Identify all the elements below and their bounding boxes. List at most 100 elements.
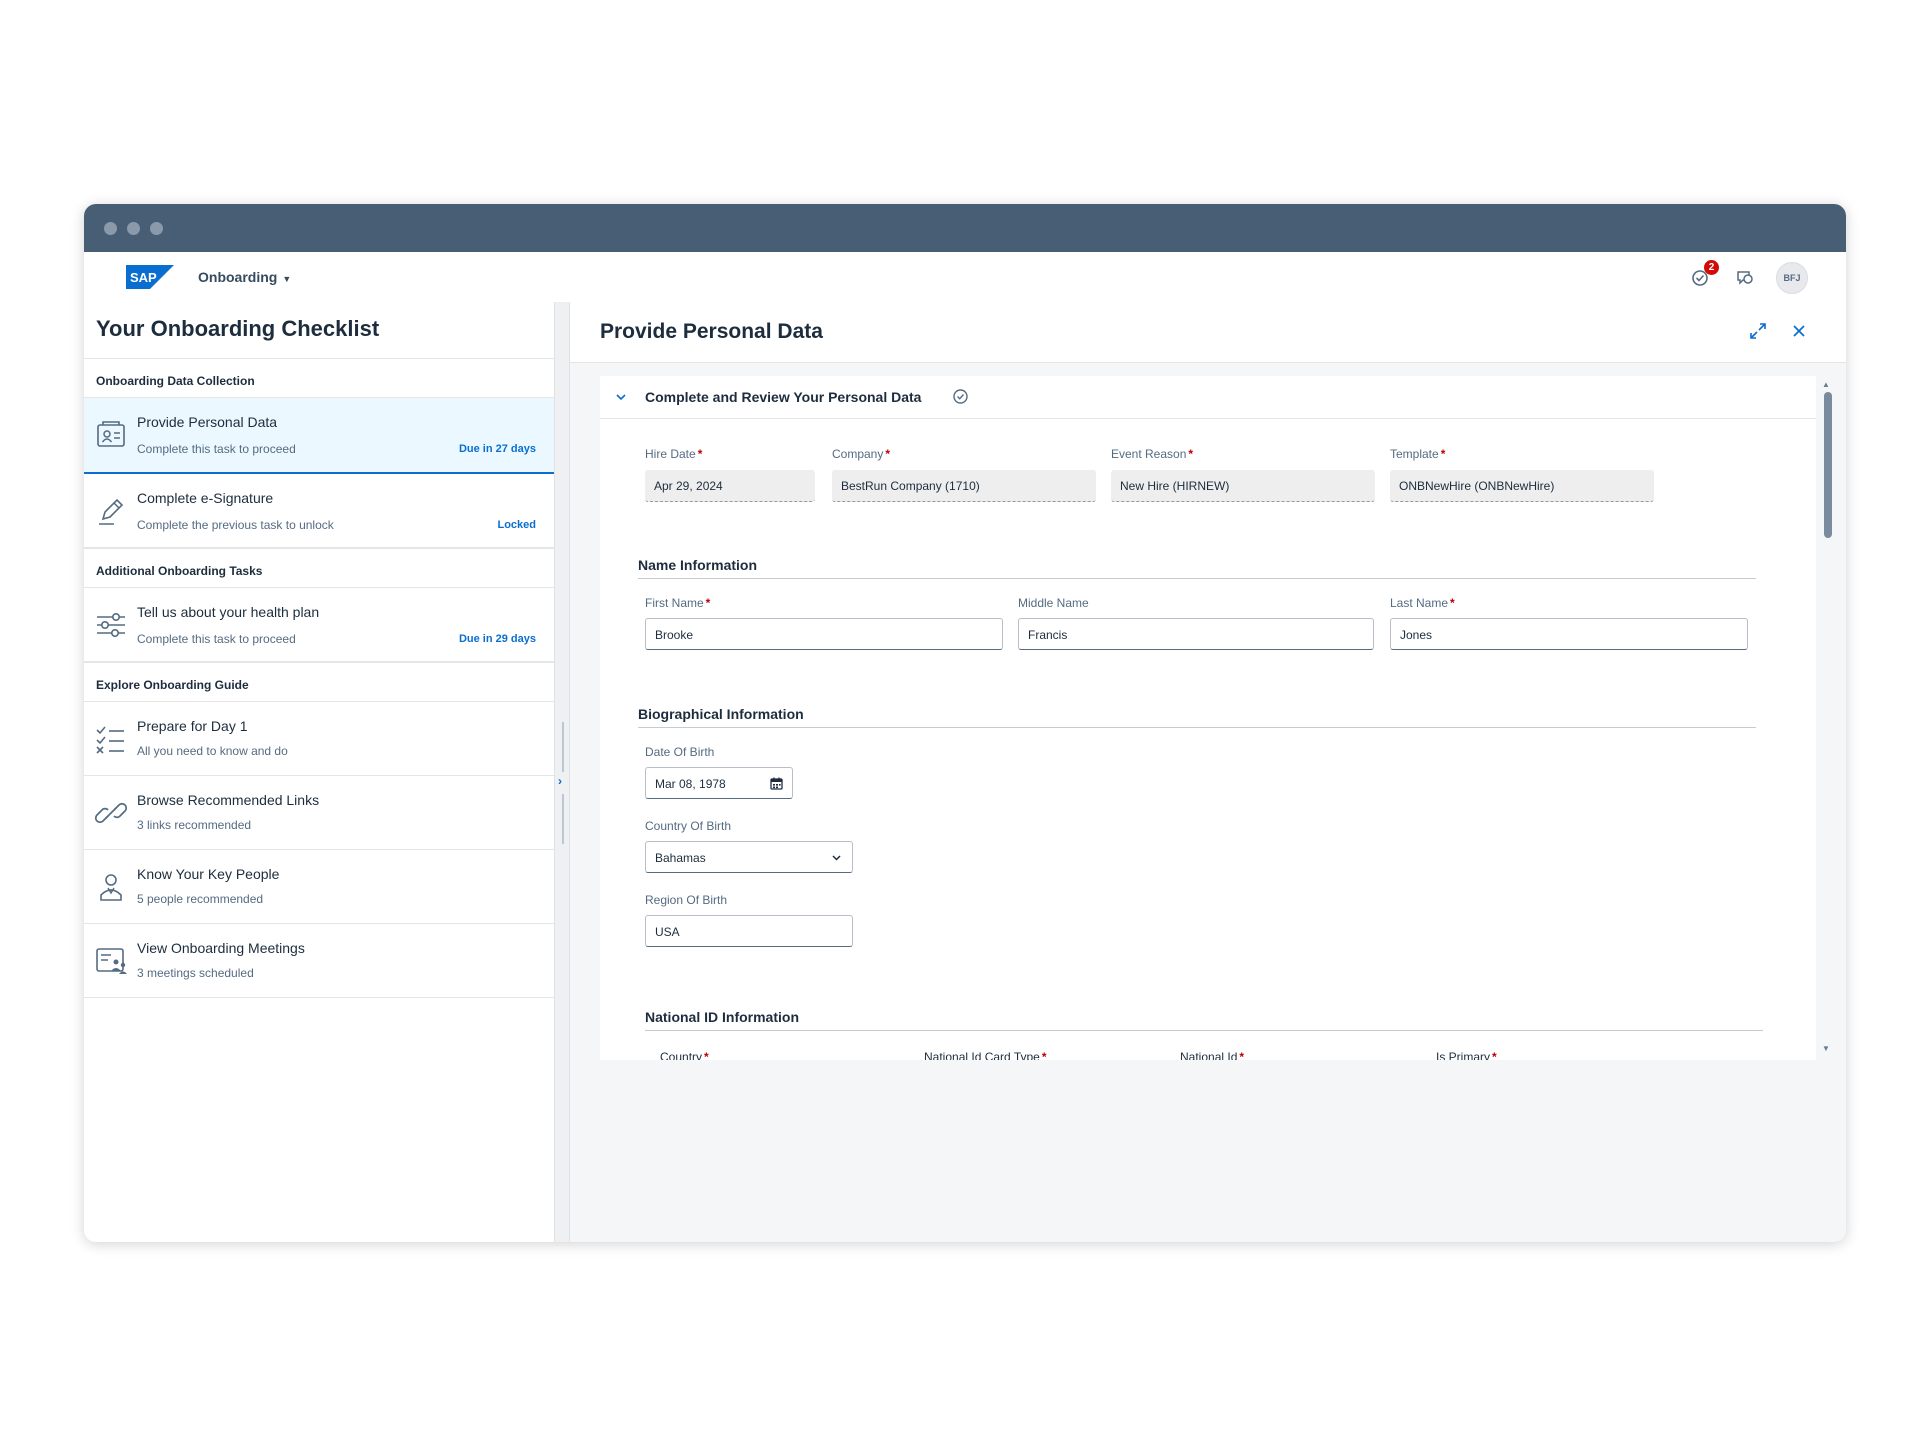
chevron-down-icon[interactable] <box>614 390 628 404</box>
splitter-grip <box>562 722 564 772</box>
guide-subtitle: 3 meetings scheduled <box>137 966 254 980</box>
task-due-status: Due in 27 days <box>458 443 536 455</box>
scroll-up-icon[interactable]: ▲ <box>1822 380 1830 389</box>
checklist-title: Your Onboarding Checklist <box>96 316 380 341</box>
user-avatar[interactable]: BFJ <box>1776 262 1808 294</box>
template-field: ONBNewHire (ONBNewHire) <box>1390 470 1654 502</box>
close-icon[interactable] <box>1788 320 1810 342</box>
company-field: BestRun Company (1710) <box>832 470 1096 502</box>
notification-badge: 2 <box>1704 260 1719 275</box>
person-icon <box>100 874 122 901</box>
task-title: Tell us about your health plan <box>137 604 320 620</box>
dob-label: Date Of Birth <box>645 745 715 759</box>
divider <box>645 1030 1763 1031</box>
guide-title: Know Your Key People <box>137 866 280 882</box>
task-subtitle: Complete the previous task to unlock <box>137 518 334 532</box>
check-circle-icon <box>953 389 968 404</box>
guide-subtitle: All you need to know and do <box>137 744 288 758</box>
first-name-input[interactable]: Brooke <box>645 618 1003 650</box>
col-header-card-type: National Id Card Type * <box>924 1050 1047 1060</box>
country-of-birth-label: Country Of Birth <box>645 819 732 833</box>
guide-onboarding-meetings[interactable]: View Onboarding Meetings 3 meetings sche… <box>84 924 554 998</box>
group-header-additional-tasks: Additional Onboarding Tasks <box>84 548 554 588</box>
sap-logo-icon[interactable]: SAP <box>126 265 174 289</box>
dob-value: Mar 08, 1978 <box>655 777 726 791</box>
personal-data-form: Complete and Review Your Personal Data H… <box>600 376 1816 1060</box>
calendar-icon[interactable] <box>769 776 784 791</box>
detail-header: Provide Personal Data <box>570 302 1846 363</box>
template-label: Template * <box>1390 447 1446 461</box>
onboarding-checklist-panel: Your Onboarding Checklist Onboarding Dat… <box>84 302 554 1242</box>
window-dot <box>104 222 117 235</box>
country-of-birth-value: Bahamas <box>655 851 706 865</box>
guide-title: Prepare for Day 1 <box>137 718 248 734</box>
task-detail-panel: Provide Personal Data Complete and Revie… <box>570 302 1846 1242</box>
window-titlebar <box>84 204 1846 252</box>
section-title: Complete and Review Your Personal Data <box>645 389 922 405</box>
company-label: Company * <box>832 447 891 461</box>
region-of-birth-input[interactable]: USA <box>645 915 853 947</box>
dob-date-picker[interactable]: Mar 08, 1978 <box>645 767 793 799</box>
pen-icon <box>99 498 124 525</box>
hire-date-field: Apr 29, 2024 <box>645 470 815 502</box>
event-reason-label: Event Reason * <box>1111 447 1194 461</box>
col-header-is-primary: Is Primary * <box>1436 1050 1497 1060</box>
last-name-input[interactable]: Jones <box>1390 618 1748 650</box>
task-subtitle: Complete this task to proceed <box>137 442 296 456</box>
app-window: SAP Onboarding ▼ 2 BFJ Your Onboarding Ch… <box>84 204 1846 1242</box>
name-info-title: Name Information <box>638 557 758 573</box>
form-scrollbar[interactable]: ▲ ▼ <box>1822 380 1832 1056</box>
divider <box>638 727 1756 728</box>
guide-subtitle: 3 links recommended <box>137 818 252 832</box>
event-reason-field: New Hire (HIRNEW) <box>1111 470 1375 502</box>
window-dot <box>150 222 163 235</box>
help-chat-icon[interactable] <box>1732 264 1758 290</box>
page-title: Provide Personal Data <box>600 320 823 343</box>
first-name-label: First Name * <box>645 596 711 610</box>
guide-prepare-day-1[interactable]: Prepare for Day 1 All you need to know a… <box>84 702 554 776</box>
guide-key-people[interactable]: Know Your Key People 5 people recommende… <box>84 850 554 924</box>
col-header-country: Country * <box>660 1050 709 1060</box>
id-card-icon <box>97 421 125 447</box>
last-name-label: Last Name * <box>1390 596 1455 610</box>
scrollbar-thumb[interactable] <box>1824 392 1832 538</box>
guide-recommended-links[interactable]: Browse Recommended Links 3 links recomme… <box>84 776 554 850</box>
app-title-menu[interactable]: Onboarding ▼ <box>198 269 291 285</box>
task-complete-e-signature[interactable]: Complete e-Signature Complete the previo… <box>84 474 554 548</box>
group-header-data-collection: Onboarding Data Collection <box>84 358 554 398</box>
national-id-title: National ID Information <box>645 1009 799 1025</box>
task-title: Provide Personal Data <box>137 414 278 430</box>
task-locked-status: Locked <box>497 519 536 531</box>
shell-bar: SAP Onboarding ▼ 2 BFJ <box>84 252 1846 303</box>
hire-date-label: Hire Date * <box>645 447 703 461</box>
region-of-birth-label: Region Of Birth <box>645 893 728 907</box>
task-subtitle: Complete this task to proceed <box>137 632 296 646</box>
col-header-national-id: National Id * <box>1180 1050 1245 1060</box>
chevron-right-icon[interactable]: › <box>558 774 562 788</box>
chevron-down-icon[interactable] <box>829 850 844 865</box>
group-header-onboarding-guide: Explore Onboarding Guide <box>84 662 554 702</box>
checklist-icon <box>96 726 124 754</box>
task-title: Complete e-Signature <box>137 490 274 506</box>
svg-text:SAP: SAP <box>130 270 157 285</box>
caret-down-icon: ▼ <box>282 274 292 284</box>
guide-title: View Onboarding Meetings <box>137 940 305 956</box>
meeting-icon <box>96 948 127 974</box>
bio-info-title: Biographical Information <box>638 706 804 722</box>
sliders-icon <box>97 613 125 637</box>
middle-name-input[interactable]: Francis <box>1018 618 1374 650</box>
guide-title: Browse Recommended Links <box>137 792 320 808</box>
window-dot <box>127 222 140 235</box>
guide-subtitle: 5 people recommended <box>137 892 264 906</box>
panel-splitter[interactable]: › <box>554 302 570 1242</box>
scroll-down-icon[interactable]: ▼ <box>1822 1044 1830 1053</box>
fullscreen-icon[interactable] <box>1747 320 1769 342</box>
country-of-birth-select[interactable]: Bahamas <box>645 841 853 873</box>
divider <box>638 578 1756 579</box>
middle-name-label: Middle Name <box>1018 596 1089 610</box>
splitter-grip <box>562 794 564 844</box>
task-health-plan[interactable]: Tell us about your health plan Complete … <box>84 588 554 662</box>
section-header[interactable]: Complete and Review Your Personal Data <box>600 376 1816 419</box>
task-provide-personal-data[interactable]: Provide Personal Data Complete this task… <box>84 398 554 474</box>
task-due-status: Due in 29 days <box>458 633 536 645</box>
